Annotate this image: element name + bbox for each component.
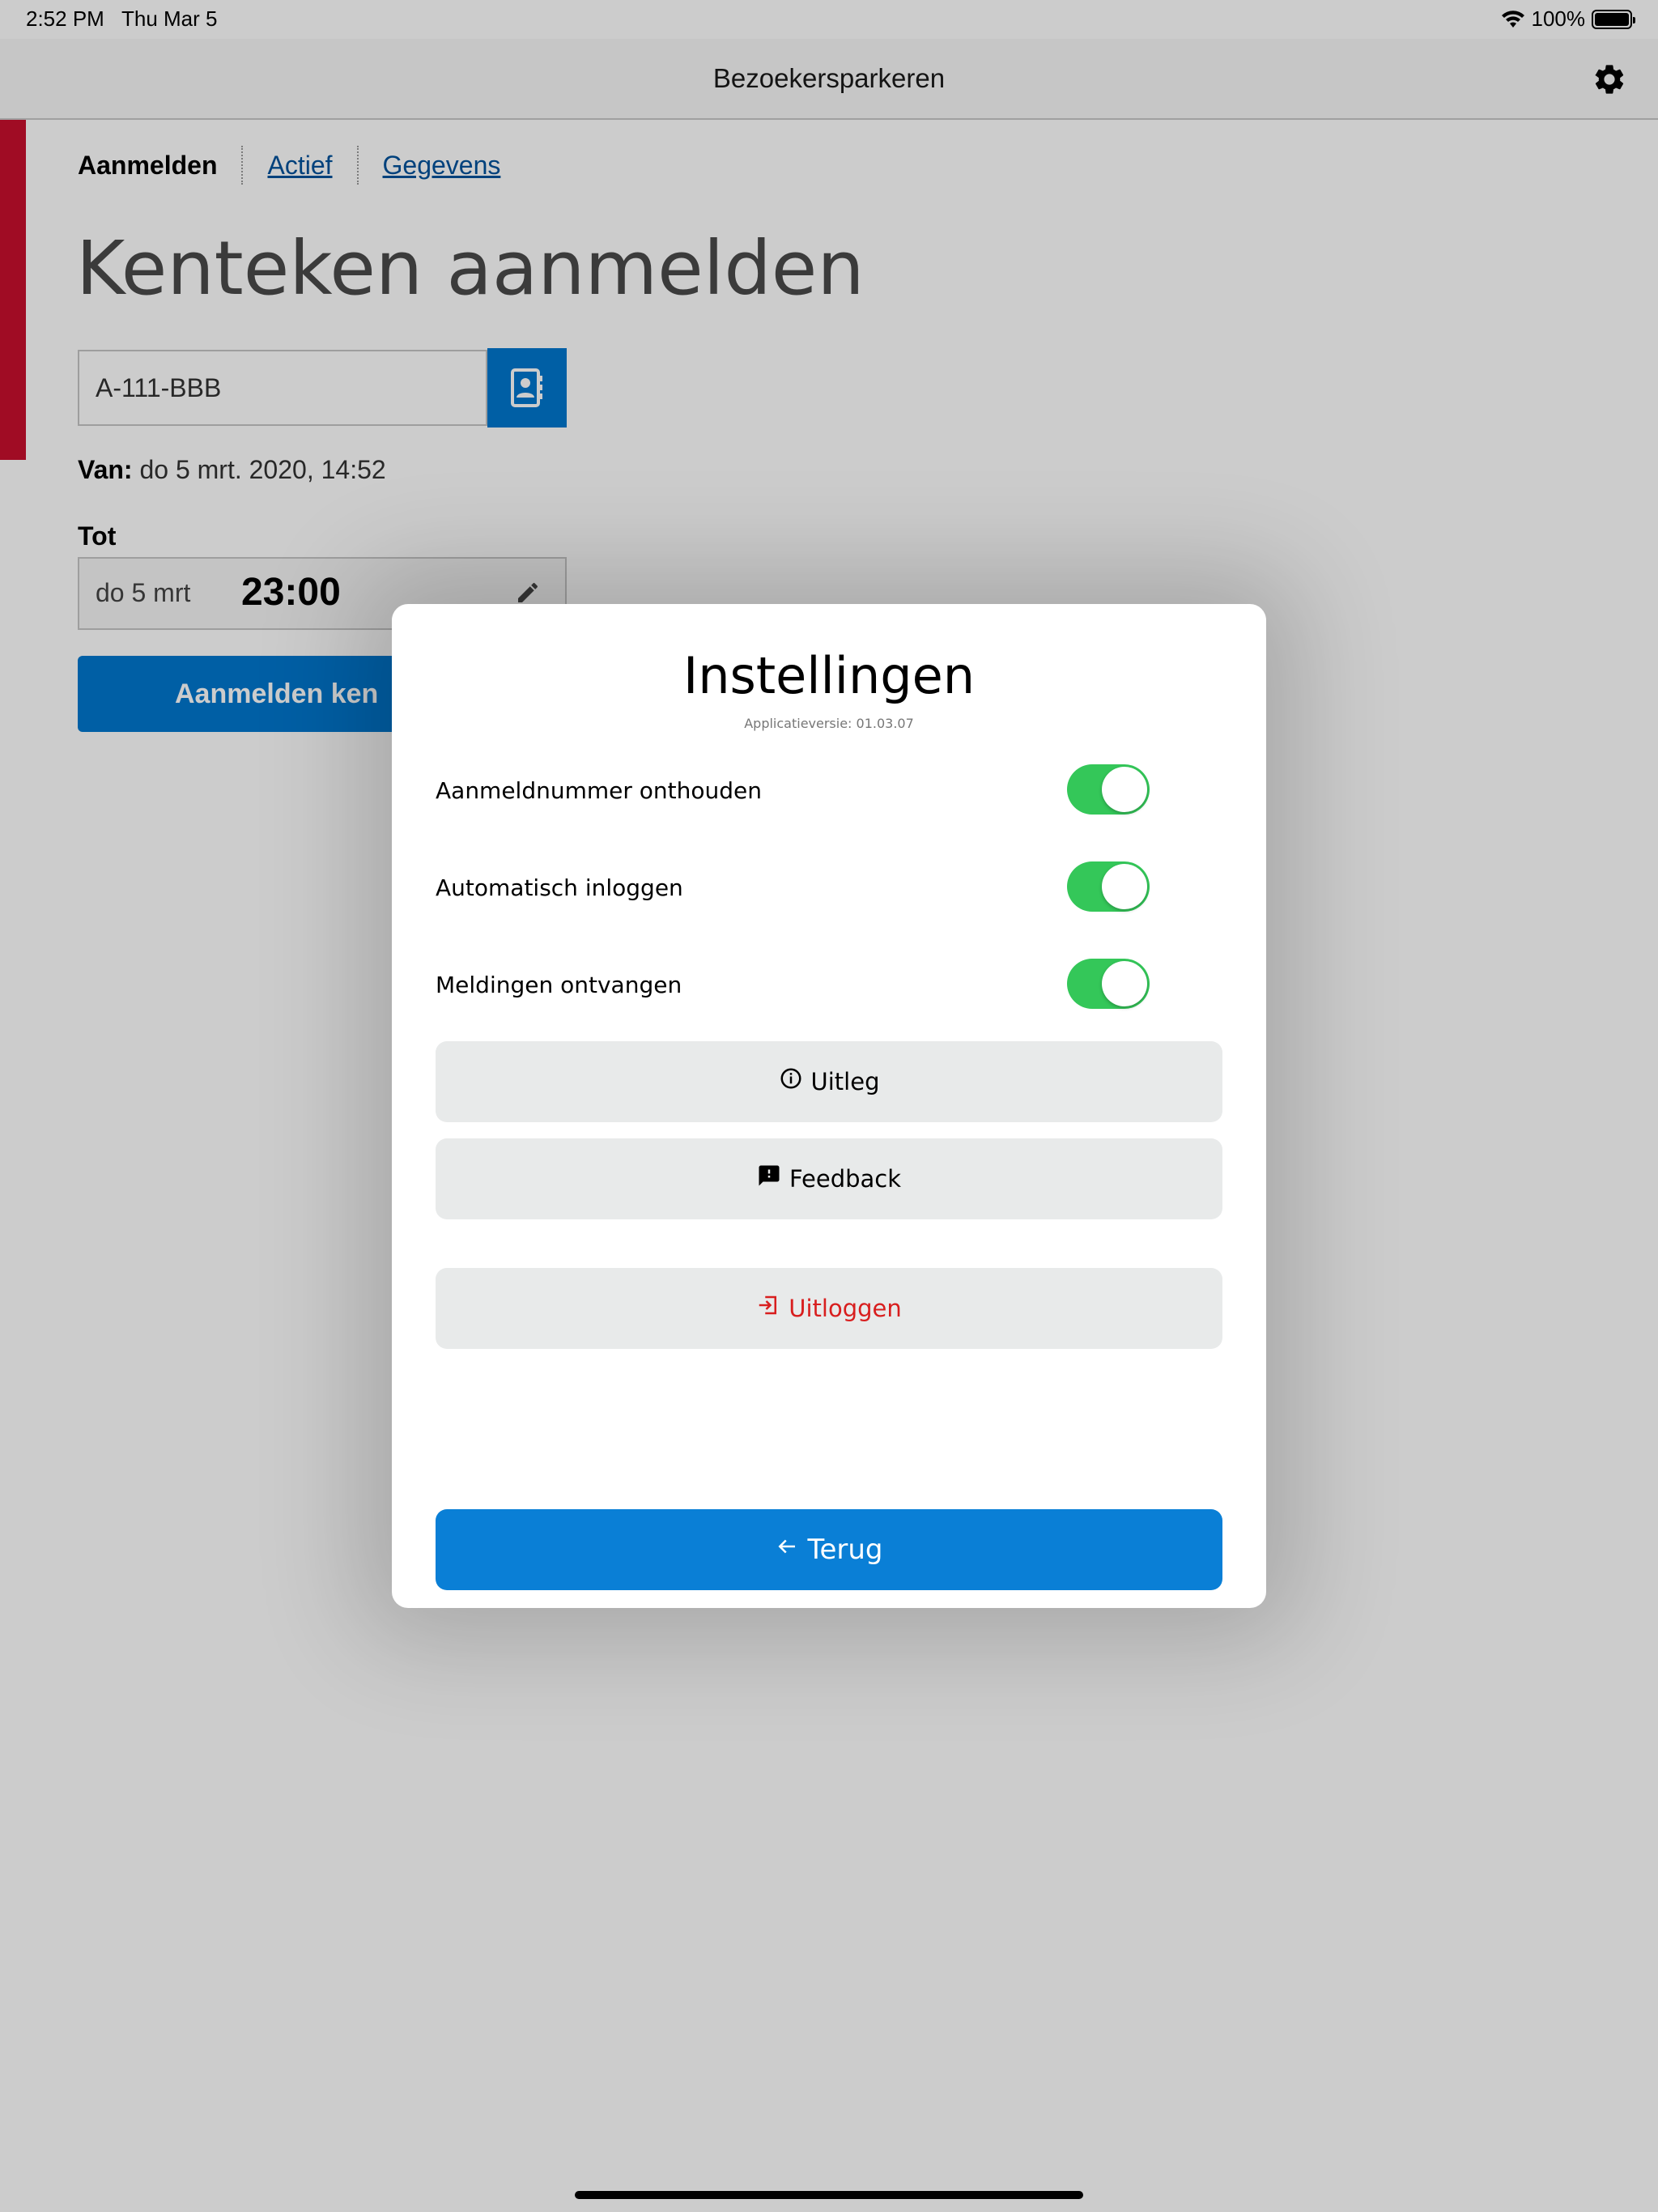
remember-number-toggle[interactable] [1067, 764, 1150, 815]
setting-notifications: Meldingen ontvangen [436, 959, 1222, 1010]
auto-login-toggle[interactable] [1067, 861, 1150, 912]
setting-auto-login: Automatisch inloggen [436, 861, 1222, 913]
back-label: Terug [807, 1534, 883, 1566]
logout-button[interactable]: Uitloggen [436, 1268, 1222, 1349]
app-version: Applicatieversie: 01.03.07 [744, 716, 914, 731]
feedback-icon [759, 1165, 780, 1186]
setting-label: Meldingen ontvangen [436, 972, 682, 998]
logout-label: Uitloggen [789, 1295, 902, 1322]
notifications-toggle[interactable] [1067, 959, 1150, 1009]
arrow-left-icon [778, 1539, 796, 1554]
modal-title: Instellingen [682, 646, 976, 705]
uitleg-button[interactable]: Uitleg [436, 1041, 1222, 1122]
setting-label: Automatisch inloggen [436, 874, 683, 901]
logout-icon [759, 1295, 777, 1315]
back-button[interactable]: Terug [436, 1509, 1222, 1590]
setting-label: Aanmeldnummer onthouden [436, 777, 763, 804]
uitleg-label: Uitleg [810, 1068, 880, 1095]
settings-modal: Instellingen Applicatieversie: 01.03.07 … [392, 604, 1266, 1608]
home-indicator[interactable] [575, 2191, 1083, 2199]
feedback-label: Feedback [789, 1165, 902, 1193]
setting-remember-number: Aanmeldnummer onthouden [436, 764, 1222, 816]
feedback-button[interactable]: Feedback [436, 1138, 1222, 1219]
info-icon [780, 1068, 801, 1089]
